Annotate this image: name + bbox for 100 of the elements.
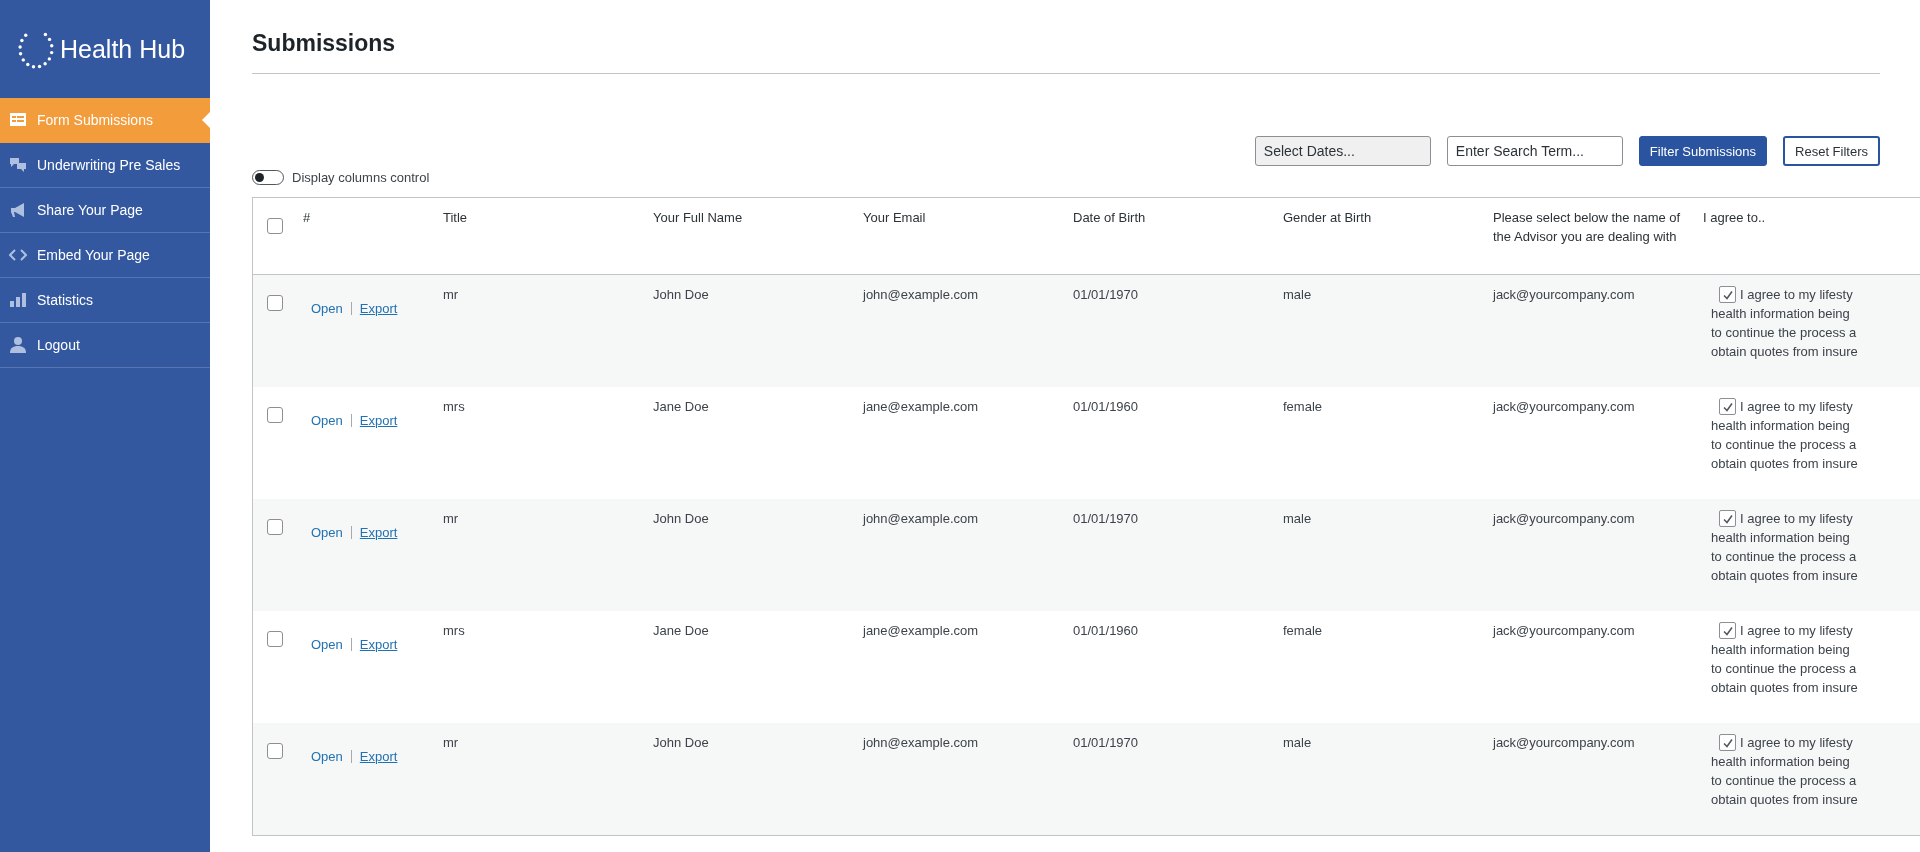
table-cell: male [1283,511,1312,526]
agree-text: obtain quotes from insure [1711,792,1858,807]
table-cell: male [1283,287,1312,302]
export-link[interactable]: Export [359,299,398,318]
table-cell: John Doe [653,511,709,526]
agree-checkbox[interactable] [1719,734,1736,751]
open-link[interactable]: Open [311,299,343,318]
agree-text: to continue the process a [1711,549,1857,564]
form-icon [9,111,27,129]
agree-checkbox[interactable] [1719,510,1736,527]
row-checkbox[interactable] [267,631,283,647]
table-cell: john@example.com [863,735,979,750]
table-cell: mr [443,287,459,302]
date-field[interactable]: Select Dates... [1254,136,1431,166]
table-cell: jack@yourcompany.com [1493,735,1635,750]
agree-checkbox[interactable] [1719,622,1736,639]
column-header: Your Email [863,210,926,225]
table-cell: 01/01/1970 [1073,511,1139,526]
agree-text: I agree to my lifesty [1740,510,1853,528]
table-cell: jack@yourcompany.com [1493,623,1635,638]
table-cell: jack@yourcompany.com [1493,287,1635,302]
agree-text: health information being [1711,530,1850,545]
check-icon [1721,400,1734,413]
table-cell: mrs [443,399,465,414]
table-cell: female [1283,623,1323,638]
export-link[interactable]: Export [359,747,398,766]
megaphone-icon [9,201,27,219]
row-checkbox[interactable] [267,519,283,535]
toggle-label: Display columns control [292,170,430,185]
export-link[interactable]: Export [359,411,398,430]
column-header: Title [443,210,468,225]
table-cell: female [1283,399,1323,414]
select-all-checkbox[interactable] [267,218,283,234]
row-checkbox[interactable] [267,743,283,759]
sidebar-item[interactable]: Underwriting Pre Sales [0,143,210,188]
agree-text: obtain quotes from insure [1711,344,1858,359]
table-cell: mrs [443,623,465,638]
sidebar-item[interactable]: Logout [0,323,210,368]
table-cell: 01/01/1970 [1073,735,1139,750]
sidebar-item[interactable]: Share Your Page [0,188,210,233]
agree-text: obtain quotes from insure [1711,680,1858,695]
check-icon [1721,288,1734,301]
agree-text: health information being [1711,418,1850,433]
column-header: Gender at Birth [1283,210,1372,225]
logo-text: Health Hub [60,34,186,64]
agree-text: to continue the process a [1711,437,1857,452]
table-cell: jack@yourcompany.com [1493,511,1635,526]
agree-text: I agree to my lifesty [1740,398,1853,416]
toggle-switch[interactable] [252,170,284,185]
table-cell: mr [443,511,459,526]
check-icon [1721,512,1734,525]
table-cell: 01/01/1960 [1073,623,1139,638]
agree-text: I agree to my lifesty [1740,622,1853,640]
agree-text: obtain quotes from insure [1711,456,1858,471]
table-cell: mr [443,735,459,750]
open-link[interactable]: Open [311,411,343,430]
sidebar-item[interactable]: Embed Your Page [0,233,210,278]
page-title: Submissions [252,0,1880,74]
table-cell: jack@yourcompany.com [1493,399,1635,414]
agree-text: obtain quotes from insure [1711,568,1858,583]
export-link[interactable]: Export [359,635,398,654]
table-cell: 01/01/1960 [1073,399,1139,414]
table-cell: jane@example.com [863,623,979,638]
table-cell: john@example.com [863,511,979,526]
agree-text: I agree to my lifesty [1740,734,1853,752]
chat-icon [9,156,27,174]
agree-text: health information being [1711,306,1850,321]
agree-text: health information being [1711,642,1850,657]
column-header: Your Full Name [653,210,743,225]
table-cell: John Doe [653,287,709,302]
export-link[interactable]: Export [359,523,398,542]
search-field[interactable]: Enter Search Term... [1446,136,1623,166]
check-icon [1721,736,1734,749]
table-cell: John Doe [653,735,709,750]
agree-text: to continue the process a [1711,773,1857,788]
agree-checkbox[interactable] [1719,286,1736,303]
table-cell: john@example.com [863,287,979,302]
open-link[interactable]: Open [311,523,343,542]
table-cell: male [1283,735,1312,750]
row-checkbox[interactable] [267,295,283,311]
open-link[interactable]: Open [311,747,343,766]
table-cell: 01/01/1970 [1073,287,1139,302]
agree-text: to continue the process a [1711,661,1857,676]
agree-checkbox[interactable] [1719,398,1736,415]
row-checkbox[interactable] [267,407,283,423]
chart-icon [9,291,27,309]
table-cell: jane@example.com [863,399,979,414]
filter-button[interactable]: Filter Submissions [1638,136,1768,166]
check-icon [1721,624,1734,637]
column-header: Date of Birth [1073,210,1146,225]
table-cell: Jane Doe [653,623,709,638]
column-header: # [303,210,311,225]
agree-text: I agree to my lifesty [1740,286,1853,304]
column-header: Please select below the name of the Advisor you are dealing with [1493,210,1681,244]
user-icon [9,336,27,354]
agree-text: to continue the process a [1711,325,1857,340]
reset-button[interactable]: Reset Filters [1783,136,1880,166]
sidebar-item[interactable]: Statistics [0,278,210,323]
column-header: I agree to.. [1703,210,1766,225]
open-link[interactable]: Open [311,635,343,654]
